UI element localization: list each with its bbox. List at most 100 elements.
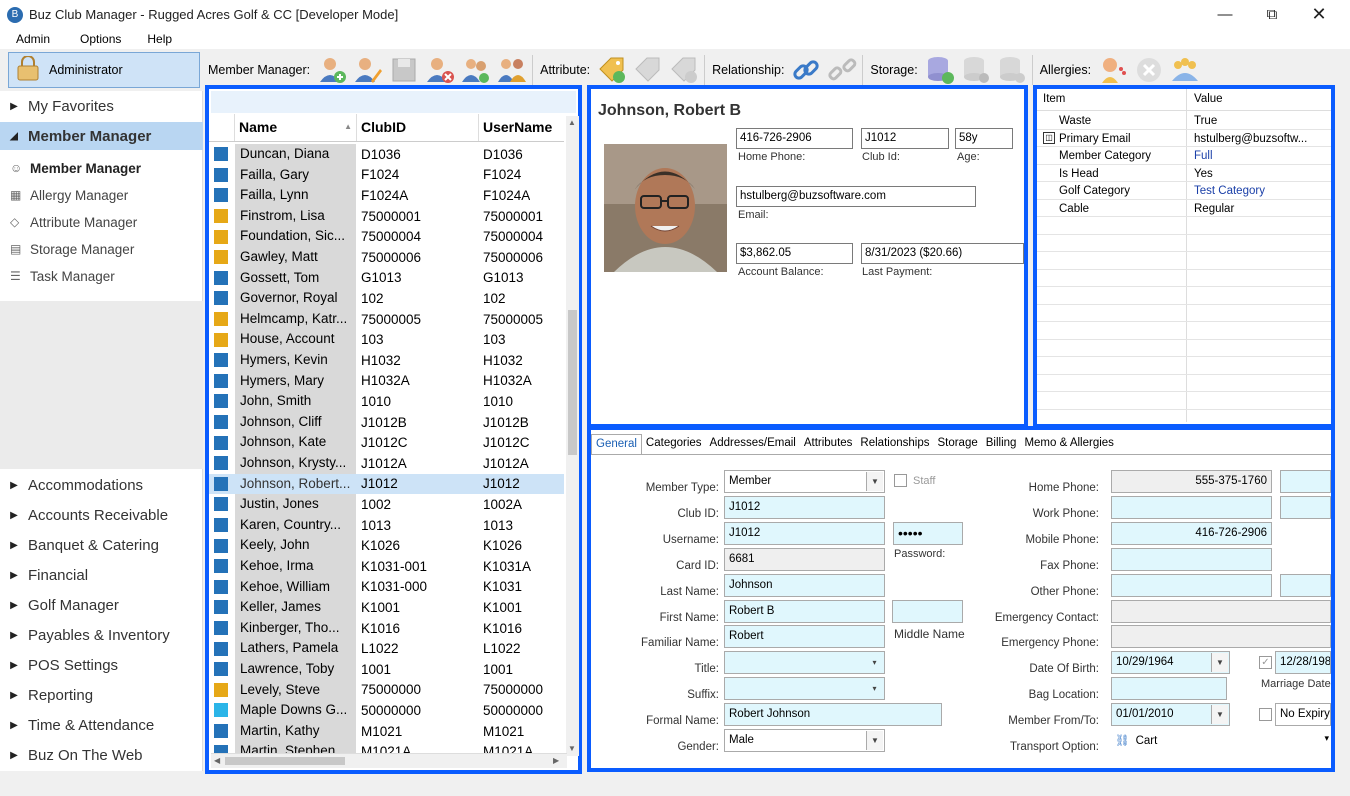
attribute-row[interactable] — [1037, 252, 1331, 270]
table-row[interactable]: Failla, Lynn F1024A F1024A — [209, 185, 564, 206]
member-from-input[interactable]: 01/01/2010 ▼ — [1111, 703, 1230, 726]
column-header-name[interactable]: Name ▲ — [235, 114, 357, 141]
table-row[interactable]: Martin, Kathy M1021 M1021 — [209, 720, 564, 742]
work-phone-input[interactable] — [1111, 496, 1272, 519]
table-row[interactable]: Kehoe, Irma K1031-001 K1031A — [209, 556, 564, 577]
menu-help[interactable]: Help — [139, 32, 180, 46]
attribute-row[interactable] — [1037, 392, 1331, 410]
edit-member-icon[interactable] — [352, 54, 384, 86]
sub-item-attribute-manager[interactable]: ◇ Attribute Manager — [10, 210, 137, 234]
sub-item-member-manager[interactable]: ☺ Member Manager — [10, 156, 141, 180]
attributes-column-value[interactable]: Value — [1194, 93, 1223, 105]
marriage-date-checkbox[interactable]: ✓ — [1259, 656, 1272, 669]
attribute-row[interactable]: Member Category Full — [1037, 147, 1331, 165]
scroll-up-icon[interactable]: ▲ — [568, 118, 576, 127]
sidebar-module-7[interactable]: ▶ Reporting — [0, 681, 203, 709]
transport-option-select[interactable]: ⛓ Cart ▾ — [1111, 729, 1331, 752]
member-type-select[interactable]: Member ▼ — [724, 470, 885, 493]
attribute-row[interactable] — [1037, 322, 1331, 340]
table-row[interactable]: Kehoe, William K1031-000 K1031 — [209, 576, 564, 598]
merge-members-icon[interactable] — [460, 54, 492, 86]
sub-item-task-manager[interactable]: ☰ Task Manager — [10, 264, 115, 288]
tab-general[interactable]: General — [591, 434, 642, 454]
add-member-icon[interactable] — [316, 54, 348, 86]
family-icon[interactable] — [496, 54, 528, 86]
scroll-left-icon[interactable]: ◀ — [214, 756, 220, 765]
link-icon[interactable] — [790, 54, 822, 86]
grid-vertical-scrollbar[interactable]: ▼ ▲ — [566, 116, 579, 756]
table-row[interactable]: Johnson, Kate J1012C J1012C — [209, 432, 564, 453]
attribute-row[interactable] — [1037, 357, 1331, 375]
grid-horizontal-scrollbar[interactable]: ◀ ▶ — [211, 753, 567, 768]
sidebar-module-0[interactable]: ▶ Accommodations — [0, 471, 203, 499]
card-id-input[interactable]: 6681 — [724, 548, 885, 571]
table-row[interactable]: Johnson, Cliff J1012B J1012B — [209, 411, 564, 433]
table-row[interactable]: Hymers, Kevin H1032 H1032 — [209, 350, 564, 371]
allergy-icon[interactable] — [1097, 54, 1129, 86]
club-id-field[interactable]: J1012 — [861, 128, 949, 149]
last-payment-field[interactable]: 8/31/2023 ($20.66) — [861, 243, 1024, 264]
sidebar-module-9[interactable]: ▶ Buz On The Web — [0, 741, 203, 769]
column-header-clubid[interactable]: ClubID — [357, 114, 479, 141]
emergency-contact-input[interactable] — [1111, 600, 1331, 623]
user-role-box[interactable]: Administrator — [8, 52, 200, 88]
tab-memo-allergies[interactable]: Memo & Allergies — [1020, 434, 1117, 454]
table-row[interactable]: Failla, Gary F1024 F1024 — [209, 164, 564, 186]
table-row[interactable]: Keller, James K1001 K1001 — [209, 597, 564, 618]
sidebar-module-1[interactable]: ▶ Accounts Receivable — [0, 501, 203, 529]
scroll-right-icon[interactable]: ▶ — [553, 756, 559, 765]
remove-allergy-icon[interactable] — [1133, 54, 1165, 86]
close-button[interactable]: ✕ — [1296, 0, 1342, 29]
middle-name-input[interactable] — [892, 600, 963, 623]
sidebar-module-5[interactable]: ▶ Payables & Inventory — [0, 621, 203, 649]
bag-location-input[interactable] — [1111, 677, 1227, 700]
remove-attribute-icon[interactable] — [668, 54, 700, 86]
table-row[interactable]: Lawrence, Toby 1001 1001 — [209, 659, 564, 680]
other-phone-input[interactable] — [1111, 574, 1272, 597]
familiar-name-input[interactable]: Robert — [724, 625, 885, 648]
table-row[interactable]: Johnson, Robert... J1012 J1012 — [209, 473, 564, 495]
attribute-row[interactable] — [1037, 217, 1331, 235]
title-select[interactable]: ▾ — [724, 651, 885, 674]
suffix-select[interactable]: ▾ — [724, 677, 885, 700]
attribute-row[interactable] — [1037, 305, 1331, 322]
tab-addresses-email[interactable]: Addresses/Email — [706, 434, 800, 454]
password-input[interactable]: ••••• — [893, 522, 963, 545]
tab-categories[interactable]: Categories — [642, 434, 706, 454]
remove-storage-icon[interactable] — [996, 54, 1028, 86]
scroll-thumb[interactable] — [225, 757, 345, 765]
account-balance-field[interactable]: $3,862.05 — [736, 243, 853, 264]
table-row[interactable]: Karen, Country... 1013 1013 — [209, 514, 564, 536]
table-row[interactable]: Maple Downs G... 50000000 50000000 — [209, 700, 564, 721]
attribute-row[interactable]: Waste True — [1037, 112, 1331, 130]
home-phone-field[interactable]: 416-726-2906 — [736, 128, 853, 149]
maximize-button[interactable]: ⧉ — [1249, 0, 1295, 29]
tag-icon[interactable] — [632, 54, 664, 86]
table-row[interactable]: Kinberger, Tho... K1016 K1016 — [209, 617, 564, 639]
table-row[interactable]: Finstrom, Lisa 75000001 75000001 — [209, 205, 564, 227]
delete-member-icon[interactable] — [424, 54, 456, 86]
table-row[interactable]: Helmcamp, Katr... 75000005 75000005 — [209, 308, 564, 330]
group-allergy-icon[interactable] — [1169, 54, 1201, 86]
staff-checkbox[interactable] — [894, 474, 907, 487]
table-row[interactable]: Lathers, Pamela L1022 L1022 — [209, 638, 564, 659]
attributes-column-item[interactable]: Item — [1043, 93, 1065, 105]
scroll-down-icon[interactable]: ▼ — [568, 744, 576, 753]
storage-settings-icon[interactable] — [960, 54, 992, 86]
attribute-row[interactable] — [1037, 340, 1331, 357]
formal-name-input[interactable]: Robert Johnson — [724, 703, 942, 726]
marriage-date-input[interactable]: 12/28/1988 — [1275, 651, 1331, 674]
table-row[interactable]: House, Account 103 103 — [209, 329, 564, 350]
menu-admin[interactable]: Admin — [8, 32, 58, 46]
sidebar-module-8[interactable]: ▶ Time & Attendance — [0, 711, 203, 739]
sidebar-item-my-favorites[interactable]: ▶ My Favorites — [0, 92, 203, 120]
age-field[interactable]: 58y — [955, 128, 1013, 149]
attribute-row[interactable] — [1037, 270, 1331, 287]
member-to-checkbox[interactable] — [1259, 708, 1272, 721]
unlink-icon[interactable] — [826, 54, 858, 86]
add-attribute-icon[interactable] — [596, 54, 628, 86]
table-row[interactable]: Foundation, Sic... 75000004 75000004 — [209, 226, 564, 247]
table-row[interactable]: Gawley, Matt 75000006 75000006 — [209, 247, 564, 268]
sidebar-module-2[interactable]: ▶ Banquet & Catering — [0, 531, 203, 559]
minimize-button[interactable]: — — [1202, 0, 1248, 29]
